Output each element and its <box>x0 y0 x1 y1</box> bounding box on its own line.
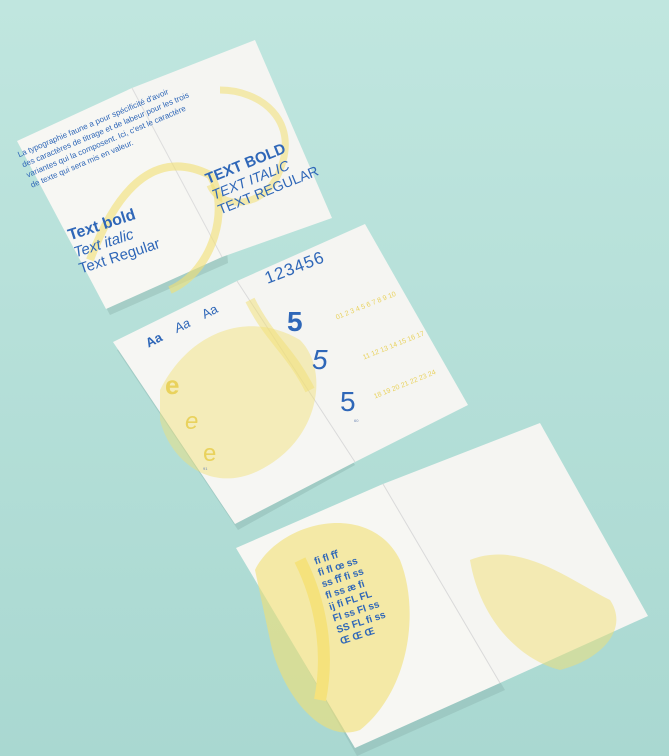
page-number-right: 60 <box>354 418 359 423</box>
five-2: 5 <box>312 344 328 375</box>
e-letter-2: e <box>185 408 199 435</box>
e-letter-3: e <box>203 440 217 467</box>
five-1: 5 <box>287 306 303 337</box>
page-number-left: 91 <box>203 466 208 471</box>
e-letter-1: e <box>165 370 180 400</box>
five-3: 5 <box>340 386 356 417</box>
